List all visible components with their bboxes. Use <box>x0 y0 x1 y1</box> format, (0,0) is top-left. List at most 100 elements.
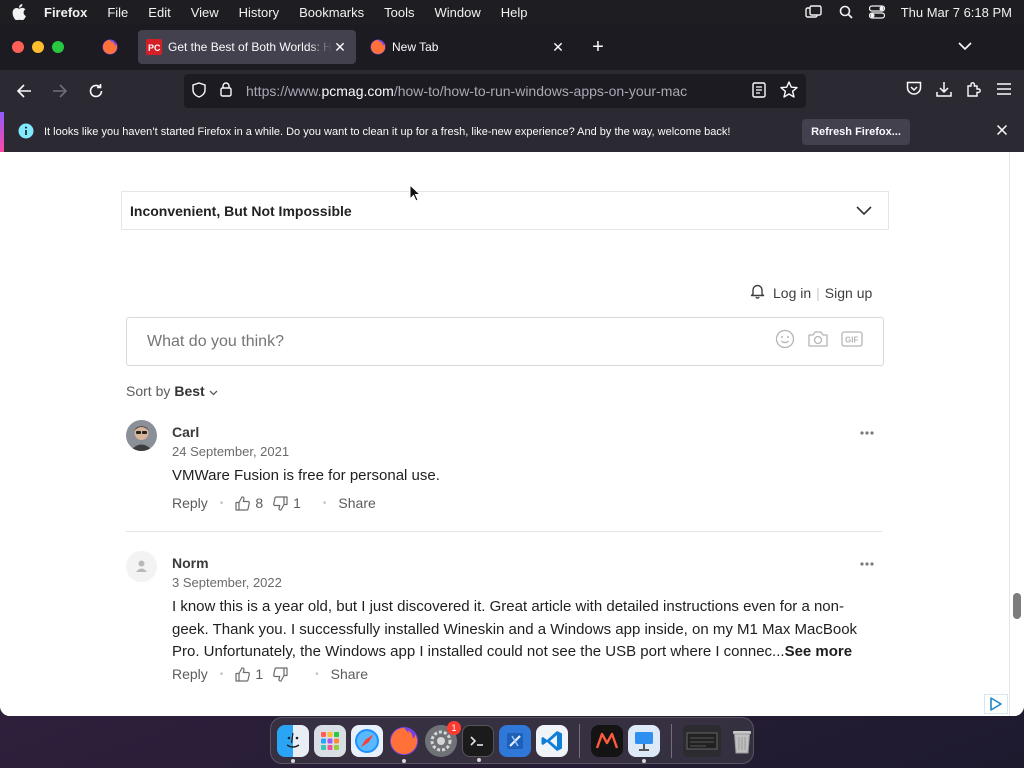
menu-bookmarks[interactable]: Bookmarks <box>299 5 364 20</box>
finder-icon[interactable] <box>277 724 309 763</box>
tab-active[interactable]: PC Get the Best of Both Worlds: How to R… <box>138 30 356 64</box>
comment-actions: Reply • 1 • Share <box>172 666 368 682</box>
tab-bar: PC Get the Best of Both Worlds: How to R… <box>0 24 1024 70</box>
reload-icon[interactable] <box>80 75 112 107</box>
firefox-logo-icon <box>102 39 118 55</box>
mouse-cursor-icon <box>409 184 421 202</box>
firefox-dock-icon[interactable] <box>388 725 420 763</box>
tracking-protection-shield-icon[interactable] <box>192 81 206 101</box>
close-notification-icon[interactable] <box>996 124 1008 139</box>
close-tab-icon[interactable]: ✕ <box>550 39 566 55</box>
scrollbar-thumb[interactable] <box>1013 593 1021 619</box>
launchpad-icon[interactable] <box>314 724 346 757</box>
sort-label: Sort by <box>126 383 171 399</box>
avatar[interactable] <box>126 551 157 582</box>
list-all-tabs-chevron-icon[interactable] <box>958 38 972 56</box>
svg-text:GIF: GIF <box>845 336 858 345</box>
menu-file[interactable]: File <box>107 5 128 20</box>
menu-history[interactable]: History <box>239 5 279 20</box>
notifications-bell-icon[interactable] <box>750 283 765 302</box>
screen-mirroring-icon[interactable] <box>805 5 823 19</box>
downloads-icon[interactable] <box>936 81 952 102</box>
upvote-button[interactable]: 1 <box>235 666 263 682</box>
menu-window[interactable]: Window <box>435 5 481 20</box>
url-text[interactable]: https://www.pcmag.com/how-to/how-to-run-… <box>246 83 687 99</box>
comment-input[interactable]: What do you think? GIF <box>126 317 884 366</box>
upvote-count: 1 <box>255 666 264 682</box>
share-button[interactable]: Share <box>331 666 368 682</box>
trash-icon[interactable] <box>726 725 758 757</box>
chevron-down-icon[interactable] <box>856 203 872 219</box>
menu-edit[interactable]: Edit <box>148 5 170 20</box>
zoom-window-button[interactable] <box>52 41 64 53</box>
comment-date: 24 September, 2021 <box>172 444 290 459</box>
spotlight-search-icon[interactable] <box>839 5 853 19</box>
running-indicator <box>642 758 646 763</box>
menu-help[interactable]: Help <box>501 5 528 20</box>
downloads-stack-icon[interactable] <box>683 724 721 757</box>
pcmag-favicon-icon: PC <box>146 39 162 55</box>
url-bar[interactable]: https://www.pcmag.com/how-to/how-to-run-… <box>184 74 806 108</box>
safari-icon[interactable] <box>351 724 383 757</box>
forward-arrow-icon[interactable] <box>44 75 76 107</box>
share-button[interactable]: Share <box>338 495 375 511</box>
avatar[interactable] <box>126 420 157 451</box>
adchoices-icon[interactable] <box>984 694 1008 714</box>
menu-app-name[interactable]: Firefox <box>44 5 87 20</box>
more-options-icon[interactable] <box>860 422 874 440</box>
xcode-icon[interactable] <box>499 724 531 757</box>
firefox-favicon-icon <box>370 39 386 55</box>
separator-dot: • <box>219 497 224 509</box>
comment-author[interactable]: Carl <box>172 424 199 440</box>
emoji-icon[interactable] <box>775 329 795 354</box>
comment-body: I know this is a year old, but I just di… <box>172 596 872 664</box>
reader-view-icon[interactable] <box>752 81 766 101</box>
comment-placeholder: What do you think? <box>147 332 284 350</box>
extensions-puzzle-icon[interactable] <box>966 81 982 102</box>
tab-new[interactable]: New Tab ✕ <box>362 30 574 64</box>
url-domain: pcmag.com <box>321 83 394 99</box>
vscode-icon[interactable] <box>536 724 568 757</box>
refresh-firefox-button[interactable]: Refresh Firefox... <box>802 119 910 145</box>
new-tab-plus-icon[interactable]: + <box>588 36 608 59</box>
minimize-window-button[interactable] <box>32 41 44 53</box>
downvote-button[interactable] <box>273 666 293 682</box>
running-indicator <box>477 757 481 762</box>
gif-icon[interactable]: GIF <box>841 331 863 352</box>
close-window-button[interactable] <box>12 41 24 53</box>
close-tab-icon[interactable]: ✕ <box>332 39 348 55</box>
system-settings-icon[interactable]: 1 <box>425 720 461 757</box>
bookmark-star-icon[interactable] <box>780 81 798 101</box>
back-arrow-icon[interactable] <box>8 75 40 107</box>
page-scrollbar[interactable] <box>1009 152 1024 716</box>
menu-clock[interactable]: Thu Mar 7 6:18 PM <box>901 5 1012 20</box>
camera-icon[interactable] <box>807 330 829 353</box>
mockup-app-icon[interactable] <box>591 724 623 757</box>
signup-link[interactable]: Sign up <box>825 285 872 301</box>
see-more-link[interactable]: See more <box>785 643 853 660</box>
sort-value: Best <box>174 383 205 399</box>
menu-tools[interactable]: Tools <box>384 5 414 20</box>
reply-button[interactable]: Reply <box>172 495 208 511</box>
lock-icon[interactable] <box>220 82 232 100</box>
keynote-icon[interactable] <box>628 724 660 763</box>
login-link[interactable]: Log in <box>773 285 811 301</box>
sort-dropdown[interactable]: Sort by Best <box>126 383 218 399</box>
info-icon <box>18 123 34 142</box>
hamburger-menu-icon[interactable] <box>996 82 1012 100</box>
downvote-button[interactable]: 1 <box>273 495 301 511</box>
terminal-icon[interactable] <box>462 724 494 762</box>
more-options-icon[interactable] <box>860 553 874 571</box>
comment-author[interactable]: Norm <box>172 555 209 571</box>
thumbs-down-icon <box>273 495 288 511</box>
article-section-accordion[interactable]: Inconvenient, But Not Impossible <box>121 191 889 230</box>
comment-text: VMWare Fusion is free for personal use. <box>172 467 440 484</box>
upvote-button[interactable]: 8 <box>235 495 263 511</box>
comment-text: I know this is a year old, but I just di… <box>172 598 858 660</box>
apple-menu-icon[interactable] <box>12 4 28 20</box>
pinned-tab[interactable] <box>88 24 132 70</box>
menu-view[interactable]: View <box>191 5 219 20</box>
control-center-icon[interactable] <box>868 5 885 19</box>
pocket-icon[interactable] <box>906 81 922 101</box>
reply-button[interactable]: Reply <box>172 666 208 682</box>
